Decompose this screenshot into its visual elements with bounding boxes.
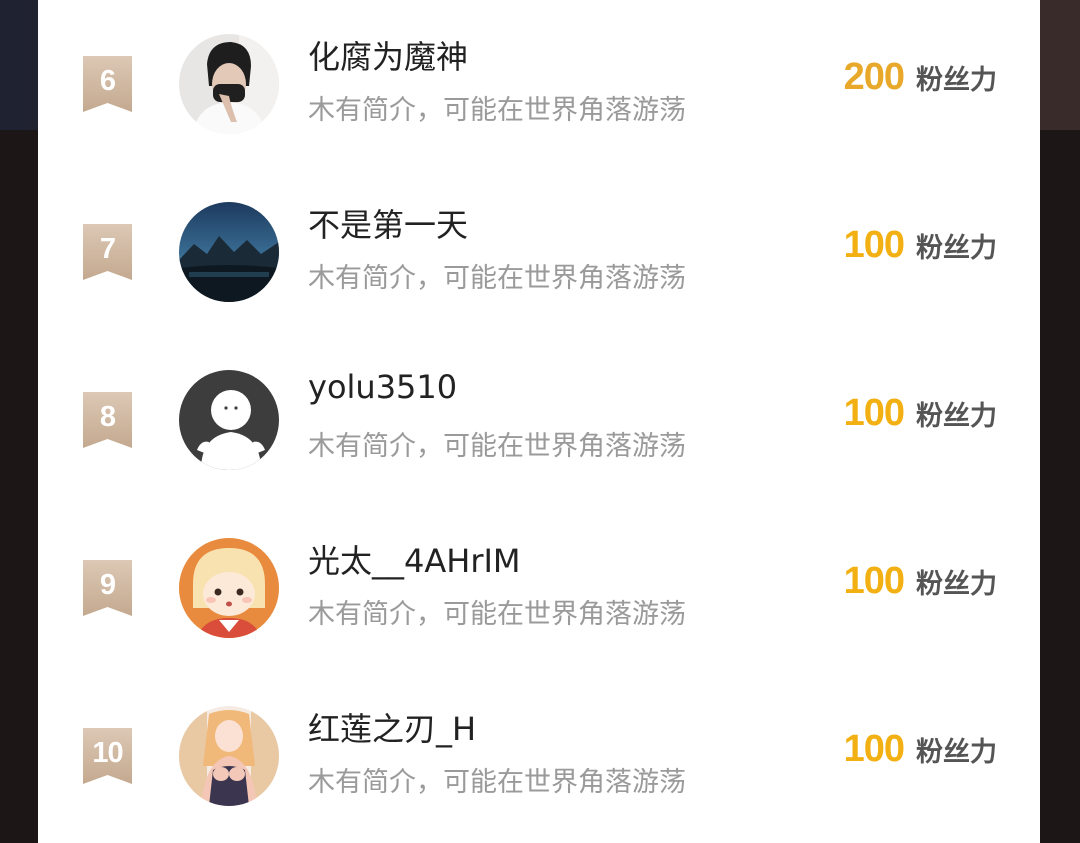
score-value: 100 bbox=[843, 560, 905, 602]
masked-person-avatar-icon bbox=[179, 34, 279, 134]
fan-ranking-list: 6 化腐为魔神 木有简介，可能在世界角落游荡 200 粉丝力 7 不是第一天 木… bbox=[38, 0, 1040, 843]
user-bio: 木有简介，可能在世界角落游荡 bbox=[308, 95, 686, 126]
fan-power-score: 100 粉丝力 bbox=[844, 224, 997, 267]
rank-badge: 7 bbox=[83, 224, 132, 280]
user-avatar[interactable] bbox=[179, 538, 279, 638]
dusk-landscape-avatar-icon bbox=[179, 202, 279, 302]
score-unit: 粉丝力 bbox=[916, 737, 997, 768]
default-user-avatar-icon bbox=[179, 370, 279, 470]
user-name[interactable]: 光太__4AHrIM bbox=[308, 536, 521, 582]
user-name[interactable]: 红莲之刃_H bbox=[308, 704, 476, 750]
user-name[interactable]: 化腐为魔神 bbox=[308, 32, 468, 78]
score-unit: 粉丝力 bbox=[916, 569, 997, 600]
rank-badge: 10 bbox=[83, 728, 132, 784]
score-unit: 粉丝力 bbox=[916, 65, 997, 96]
ranking-row[interactable]: 6 化腐为魔神 木有简介，可能在世界角落游荡 200 粉丝力 bbox=[38, 0, 1040, 168]
fan-power-score: 100 粉丝力 bbox=[844, 560, 997, 603]
user-avatar[interactable] bbox=[179, 202, 279, 302]
score-unit: 粉丝力 bbox=[916, 233, 997, 264]
ranking-row[interactable]: 9 光太__4AHrIM 木有简介，可能在世界角落游荡 100 粉丝力 bbox=[38, 504, 1040, 672]
fan-power-score: 100 粉丝力 bbox=[844, 728, 997, 771]
score-unit: 粉丝力 bbox=[916, 401, 997, 432]
fan-power-score: 100 粉丝力 bbox=[844, 392, 997, 435]
user-name[interactable]: yolu3510 bbox=[308, 368, 457, 406]
score-value: 100 bbox=[843, 392, 905, 434]
score-value: 200 bbox=[843, 56, 905, 98]
rank-badge: 6 bbox=[83, 56, 132, 112]
rank-badge: 8 bbox=[83, 392, 132, 448]
score-value: 100 bbox=[843, 728, 905, 770]
fan-power-score: 200 粉丝力 bbox=[844, 56, 997, 99]
ranking-row[interactable]: 8 yolu3510 木有简介，可能在世界角落游荡 100 粉丝力 bbox=[38, 336, 1040, 504]
ranking-row[interactable]: 7 不是第一天 木有简介，可能在世界角落游荡 100 粉丝力 bbox=[38, 168, 1040, 336]
rank-badge: 9 bbox=[83, 560, 132, 616]
ranking-row[interactable]: 10 红莲之刃_H 木有简介，可能在世界角落游荡 100 粉丝力 bbox=[38, 672, 1040, 840]
user-avatar[interactable] bbox=[179, 34, 279, 134]
user-bio: 木有简介，可能在世界角落游荡 bbox=[308, 263, 686, 294]
anime-girl-dress-avatar-icon bbox=[179, 706, 279, 806]
user-bio: 木有简介，可能在世界角落游荡 bbox=[308, 431, 686, 462]
user-bio: 木有简介，可能在世界角落游荡 bbox=[308, 599, 686, 630]
score-value: 100 bbox=[843, 224, 905, 266]
user-avatar[interactable] bbox=[179, 370, 279, 470]
anime-girl-orange-hood-avatar-icon bbox=[179, 538, 279, 638]
user-name[interactable]: 不是第一天 bbox=[308, 200, 468, 246]
user-bio: 木有简介，可能在世界角落游荡 bbox=[308, 767, 686, 798]
user-avatar[interactable] bbox=[179, 706, 279, 806]
